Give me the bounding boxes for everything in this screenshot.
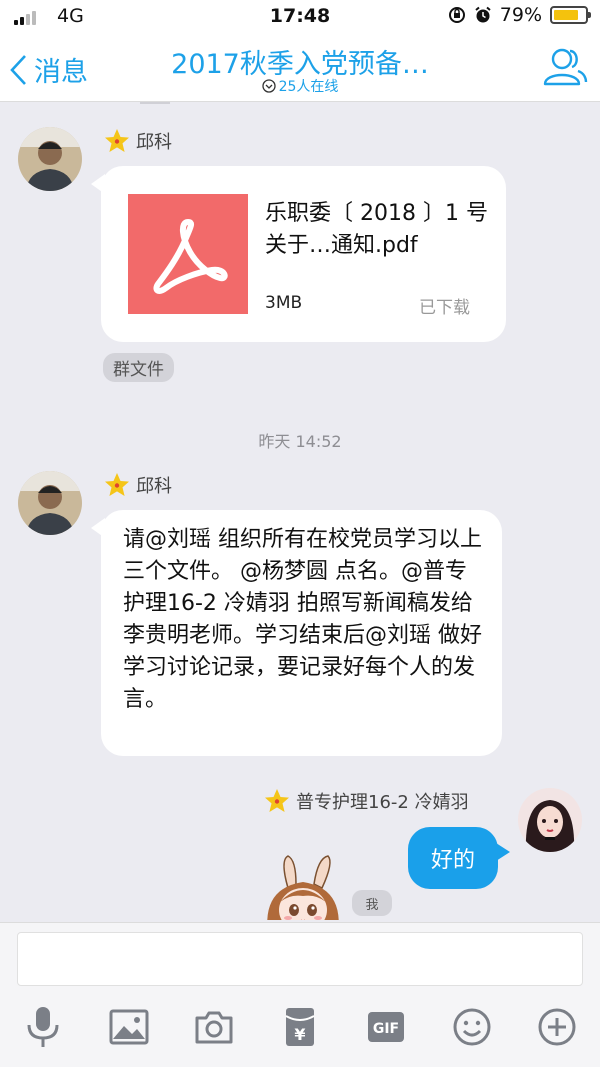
my-message-text: 好的 — [430, 848, 475, 873]
message-text: 请@刘瑶 组织所有在校党员学习以上三个文件。 @杨梦圆 点名。@普专护理16-2… — [123, 527, 482, 712]
group-members-button[interactable] — [542, 46, 588, 92]
input-area: ¥ GIF — [0, 922, 600, 1067]
camera-icon[interactable] — [192, 1005, 236, 1049]
my-sender-name: 普专护理16-2 冷婧羽 — [264, 788, 469, 814]
pdf-icon — [128, 194, 248, 314]
my-avatar[interactable] — [518, 788, 582, 852]
chat-area[interactable]: 邱科 乐职委〔 2018 〕1 号 关于…通知.pdf 3MB 已下载 群文件 … — [0, 102, 600, 922]
file-message-bubble[interactable]: 乐职委〔 2018 〕1 号 关于…通知.pdf 3MB 已下载 — [91, 166, 506, 342]
me-tag: 我 — [352, 890, 392, 916]
message-input[interactable] — [17, 932, 583, 986]
avatar-qiuke[interactable] — [18, 127, 82, 191]
file-name: 乐职委〔 2018 〕1 号 关于…通知.pdf — [265, 201, 488, 258]
chevron-left-icon — [10, 54, 26, 85]
sender-name: 邱科 — [104, 472, 172, 498]
top-cut-indicator — [140, 102, 170, 104]
star-badge-icon — [105, 473, 129, 496]
star-badge-icon — [265, 789, 289, 812]
nav-bar: 消息 2017秋季入党预备… 25人在线 — [0, 34, 600, 102]
chevron-down-circle-icon — [261, 79, 276, 93]
my-message-bubble[interactable]: 好的 — [408, 827, 510, 889]
sender-name: 邱科 — [104, 128, 172, 154]
emoji-icon[interactable] — [450, 1005, 494, 1049]
svg-text:¥: ¥ — [294, 1025, 305, 1044]
group-icon — [543, 48, 588, 86]
status-bar: 4G 17:48 79% — [0, 0, 600, 34]
file-size: 3MB — [265, 293, 303, 313]
alarm-icon — [475, 6, 491, 23]
back-label: 消息 — [34, 57, 88, 88]
microphone-icon[interactable] — [21, 1005, 65, 1049]
orientation-lock-icon — [448, 7, 465, 23]
online-count: 25人在线 — [278, 79, 339, 95]
image-icon[interactable] — [107, 1005, 151, 1049]
online-status[interactable]: 25人在线 — [150, 76, 450, 96]
svg-text:GIF: GIF — [373, 1021, 399, 1037]
gif-icon[interactable]: GIF — [364, 1005, 408, 1049]
back-button[interactable]: 消息 — [8, 50, 88, 89]
avatar-qiuke[interactable] — [18, 471, 82, 535]
group-file-tag[interactable]: 群文件 — [103, 353, 174, 382]
battery-icon — [550, 6, 591, 24]
red-packet-icon[interactable]: ¥ — [278, 1005, 322, 1049]
input-toolbar: ¥ GIF — [0, 1005, 600, 1055]
file-download-status: 已下载 — [419, 298, 470, 318]
text-message-bubble[interactable]: 请@刘瑶 组织所有在校党员学习以上三个文件。 @杨梦圆 点名。@普专护理16-2… — [91, 510, 502, 756]
star-badge-icon — [105, 129, 129, 152]
battery-percent: 79% — [499, 4, 542, 26]
time-separator: 昨天 14:52 — [258, 432, 342, 451]
bunny-girl-sticker — [258, 854, 348, 920]
plus-icon[interactable] — [535, 1005, 579, 1049]
